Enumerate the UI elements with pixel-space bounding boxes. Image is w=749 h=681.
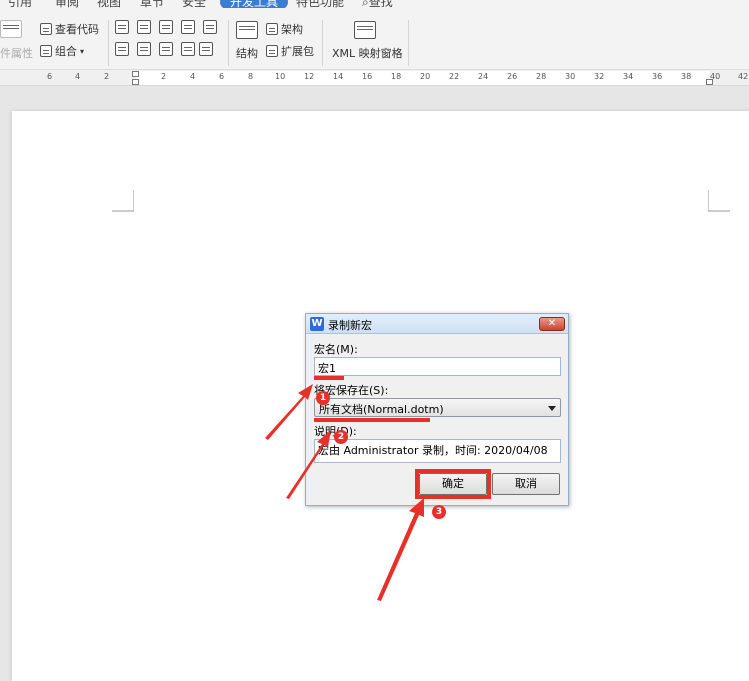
tab-security[interactable]: 安全 [182,0,206,8]
structure-icon [236,21,258,39]
ruler-label: 26 [507,72,518,81]
ribbon: 件属性 查看代码 组合 ▾ 结构 架构 扩展包 XML 映射窗格 [0,8,749,70]
ruler-label: 4 [190,72,196,81]
macro-name-label: 宏名(M): [314,343,358,356]
ruler-label: 2 [104,72,110,81]
view-code-button[interactable]: 查看代码 [40,21,99,37]
picture-content-icon[interactable] [181,20,195,34]
legacy-tools-icon[interactable] [199,42,213,56]
control-properties-button[interactable]: 件属性 [0,45,33,61]
structure-button[interactable]: 结构 [236,45,258,61]
wps-logo-icon: W [310,317,324,331]
annotation-underline-2 [314,418,430,422]
ruler-label: 6 [47,72,53,81]
record-macro-dialog: W 录制新宏 ✕ 宏名(M): 宏1 将宏保存在(S): 所有文档(Normal… [305,313,569,506]
ruler-label: 14 [333,72,344,81]
control-properties-icon [0,20,22,38]
step-badge-2: 2 [334,430,348,444]
ruler-label: 36 [652,72,663,81]
annotation-underline-1 [314,376,344,380]
ruler-label: 2 [161,72,167,81]
horizontal-ruler[interactable]: 6 4 2 2 4 6 8 10 12 14 16 18 20 22 24 26… [0,70,749,86]
search-tab[interactable]: ⌕查找 [362,0,393,8]
repeat-section-icon[interactable] [181,42,195,56]
chevron-down-icon [548,406,556,411]
view-code-icon [40,23,52,35]
step-badge-3: 3 [432,505,446,519]
ruler-label: 12 [304,72,315,81]
chevron-down-icon: ▾ [80,46,85,56]
ruler-label: 18 [391,72,402,81]
search-label: 查找 [368,0,393,8]
combine-button[interactable]: 组合 ▾ [40,43,84,59]
ribbon-divider [228,20,229,66]
description-input[interactable]: 宏由 Administrator 录制，时间: 2020/04/08 [314,439,561,463]
save-in-select[interactable]: 所有文档(Normal.dotm) [314,398,561,417]
architecture-button[interactable]: 架构 [266,21,303,37]
step-badge-1: 1 [316,391,330,405]
architecture-icon [266,23,278,35]
search-icon: ⌕ [362,0,369,8]
tab-references[interactable]: 引用 [8,0,32,8]
rich-text-control-icon[interactable] [137,20,151,34]
ruler-label: 4 [75,72,81,81]
ruler-label: 30 [565,72,576,81]
margin-corner-top-right [708,190,730,212]
view-code-label: 查看代码 [55,23,99,36]
xml-pane-icon [354,21,376,39]
dropdown-list-control-icon[interactable] [137,42,151,56]
tab-sections[interactable]: 章节 [140,0,164,8]
dialog-title: 录制新宏 [328,319,372,332]
ribbon-divider [322,20,323,66]
ruler-label: 32 [594,72,605,81]
tab-developer[interactable]: 开发工具 [220,0,289,8]
date-picker-control-icon[interactable] [159,42,173,56]
left-indent-marker[interactable] [132,79,139,85]
combine-icon [40,45,52,57]
macro-name-input[interactable]: 宏1 [314,357,561,376]
expansion-pack-button[interactable]: 扩展包 [266,43,314,59]
ruler-label: 16 [362,72,373,81]
ruler-label: 22 [449,72,460,81]
ribbon-tabs: 引用 审阅 视图 章节 安全 开发工具 特色功能 ⌕查找 [0,0,749,8]
ruler-label: 8 [248,72,254,81]
checkbox-control-icon[interactable] [203,20,217,34]
right-indent-marker[interactable] [706,79,713,85]
text-box-control-icon[interactable] [115,20,129,34]
save-in-value: 所有文档(Normal.dotm) [319,403,444,416]
dialog-titlebar[interactable]: W 录制新宏 ✕ [306,314,568,334]
expansion-pack-label: 扩展包 [281,45,314,58]
ribbon-divider [408,20,409,66]
cancel-button[interactable]: 取消 [492,473,560,495]
ruler-label: 10 [275,72,286,81]
margin-corner-top-left [112,190,134,212]
ruler-label: 28 [536,72,547,81]
xml-pane-button[interactable]: XML 映射窗格 [332,45,403,61]
ok-highlight-box [415,469,491,499]
combo-box-control-icon[interactable] [115,42,129,56]
tab-review[interactable]: 审阅 [55,0,79,8]
image-control-icon[interactable] [159,20,173,34]
tab-view[interactable]: 视图 [97,0,121,8]
ruler-label: 34 [623,72,634,81]
ruler-label: 42 [738,72,749,81]
ruler-label: 6 [219,72,225,81]
ribbon-divider [108,20,109,66]
combine-label: 组合 [55,45,77,58]
tab-features[interactable]: 特色功能 [296,0,344,8]
expansion-pack-icon [266,45,278,57]
architecture-label: 架构 [281,23,303,36]
first-line-indent-marker[interactable] [132,71,139,77]
ruler-label: 20 [420,72,431,81]
close-button[interactable]: ✕ [539,317,565,331]
ruler-label: 24 [478,72,489,81]
ruler-label: 38 [681,72,692,81]
